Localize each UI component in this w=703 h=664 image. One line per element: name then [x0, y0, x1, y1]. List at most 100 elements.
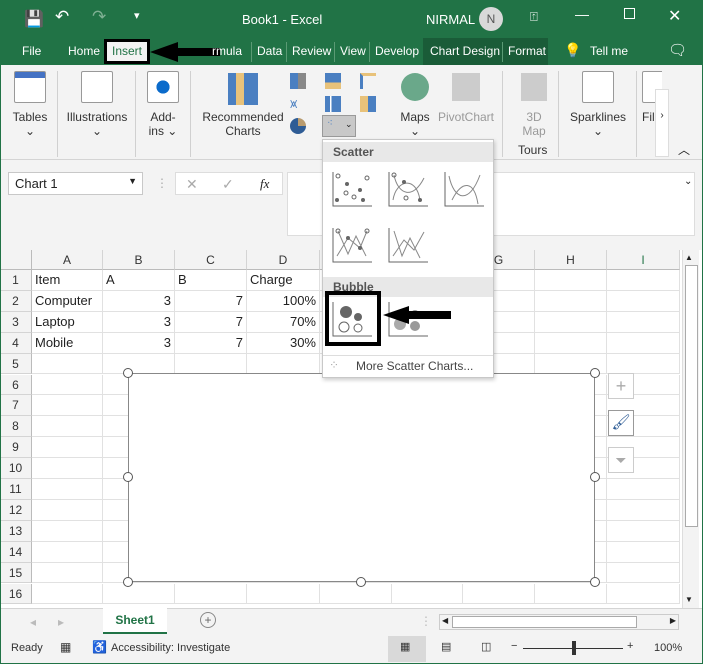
tab-review[interactable]: Review	[292, 44, 331, 58]
cell[interactable]	[607, 332, 680, 354]
macro-record-icon[interactable]: ▦	[60, 640, 71, 654]
zoom-level[interactable]: 100%	[654, 642, 682, 654]
tab-insert[interactable]: Insert	[112, 44, 142, 58]
close-icon[interactable]: ✕	[668, 6, 681, 26]
row-header[interactable]: 1	[0, 270, 32, 291]
statistic-chart-icon[interactable]	[325, 96, 341, 112]
cell[interactable]: 100%	[247, 290, 320, 312]
chart-resize-handle[interactable]	[123, 472, 133, 482]
add-sheet-icon[interactable]: +	[200, 612, 216, 628]
minimize-icon[interactable]: —	[575, 6, 589, 22]
prev-sheet-icon[interactable]: ◂	[30, 615, 36, 629]
chart-resize-handle[interactable]	[123, 577, 133, 587]
cell[interactable]: 7	[175, 332, 247, 354]
scatter-smooth-lines-option[interactable]	[444, 170, 484, 208]
tab-chart-design[interactable]: Chart Design	[430, 44, 500, 58]
zoom-slider-thumb[interactable]	[572, 641, 576, 655]
cell[interactable]	[32, 395, 103, 417]
addins-button[interactable]: Add-ins ⌄	[143, 71, 183, 138]
chart-resize-handle[interactable]	[590, 368, 600, 378]
comments-icon[interactable]: 🗨	[668, 41, 687, 59]
cancel-icon[interactable]: ✕	[186, 176, 198, 193]
tab-formulas[interactable]: rmula	[212, 44, 242, 58]
bubble-chart-option[interactable]	[332, 300, 372, 338]
cell[interactable]: 3	[103, 290, 175, 312]
horizontal-scroll-thumb[interactable]	[452, 616, 637, 628]
row-header[interactable]: 9	[0, 437, 32, 459]
redo-icon[interactable]: ↷	[92, 7, 106, 27]
cell[interactable]	[535, 332, 607, 354]
recommended-charts-button[interactable]: Recommended Charts	[198, 73, 288, 138]
illustrations-button[interactable]: Illustrations ⌄	[64, 71, 130, 138]
tables-button[interactable]: Tables ⌄	[10, 71, 50, 138]
enter-icon[interactable]: ✓	[222, 176, 234, 193]
zoom-out-icon[interactable]: −	[511, 640, 517, 652]
cell[interactable]	[247, 353, 320, 375]
page-break-icon[interactable]: ◫	[481, 640, 491, 653]
cell[interactable]: Item	[32, 270, 103, 291]
waterfall-chart-icon[interactable]	[360, 73, 376, 89]
cell[interactable]	[32, 583, 103, 605]
chart-area[interactable]	[128, 373, 595, 582]
scatter-straight-lines-option[interactable]	[388, 226, 428, 264]
collapse-ribbon-icon[interactable]: ︿	[678, 141, 690, 158]
scatter-smooth-markers-option[interactable]	[388, 170, 428, 208]
cell[interactable]	[103, 583, 175, 605]
tab-format[interactable]: Format	[508, 44, 546, 58]
ribbon-display-icon[interactable]: ⍐	[530, 9, 538, 25]
page-layout-icon[interactable]: ▤	[441, 640, 451, 653]
more-scatter-charts-link[interactable]: More Scatter Charts...	[356, 359, 473, 373]
line-chart-icon[interactable]: ⩙	[290, 96, 306, 112]
row-header[interactable]: 7	[0, 395, 32, 417]
cell[interactable]	[392, 583, 463, 605]
cell[interactable]	[607, 353, 680, 375]
avatar[interactable]: N	[479, 7, 503, 31]
cell[interactable]	[175, 353, 247, 375]
chart-resize-handle[interactable]	[123, 368, 133, 378]
insert-function-icon[interactable]: fx	[260, 176, 269, 192]
zoom-in-icon[interactable]: +	[627, 640, 633, 652]
cell[interactable]	[607, 290, 680, 312]
cell[interactable]: 70%	[247, 311, 320, 333]
row-header[interactable]: 14	[0, 541, 32, 563]
cell[interactable]	[103, 353, 175, 375]
scroll-down-icon[interactable]: ▼	[685, 595, 693, 604]
tab-data[interactable]: Data	[257, 44, 282, 58]
cell[interactable]	[535, 311, 607, 333]
pie-chart-icon[interactable]	[290, 118, 306, 134]
tab-view[interactable]: View	[340, 44, 366, 58]
cell[interactable]	[32, 499, 103, 521]
cell[interactable]: Laptop	[32, 311, 103, 333]
maximize-icon[interactable]	[624, 8, 635, 19]
scroll-right-icon[interactable]: ▶	[670, 616, 676, 625]
cell[interactable]	[607, 520, 680, 542]
3d-map-button[interactable]: 3D Map	[512, 73, 556, 138]
cell[interactable]: 30%	[247, 332, 320, 354]
scroll-left-icon[interactable]: ◀	[442, 616, 448, 625]
chart-resize-handle[interactable]	[590, 472, 600, 482]
column-header-D[interactable]: D	[247, 250, 320, 270]
row-header[interactable]: 10	[0, 458, 32, 479]
cell[interactable]	[535, 290, 607, 312]
select-all-button[interactable]	[0, 250, 32, 270]
undo-icon[interactable]: ↶	[55, 7, 69, 27]
column-header-H[interactable]: H	[535, 250, 607, 270]
cell[interactable]: Computer	[32, 290, 103, 312]
tab-developer[interactable]: Develop	[375, 44, 419, 58]
cell[interactable]	[607, 541, 680, 563]
horizontal-scrollbar[interactable]: ◀ ▶	[439, 614, 679, 630]
chart-filters-button[interactable]: ⏷	[608, 447, 634, 473]
scatter-straight-markers-option[interactable]	[332, 226, 372, 264]
tab-file[interactable]: File	[22, 44, 41, 58]
cell[interactable]	[463, 583, 535, 605]
row-header[interactable]: 8	[0, 416, 32, 438]
vertical-scroll-thumb[interactable]	[685, 265, 698, 527]
scatter-chart-button[interactable]: ⁖ ⌄	[322, 115, 356, 137]
cell[interactable]: Mobile	[32, 332, 103, 354]
cell[interactable]	[32, 458, 103, 479]
chart-resize-handle[interactable]	[356, 577, 366, 587]
expand-formula-icon[interactable]: ⌄	[684, 176, 692, 187]
maps-button[interactable]: Maps ⌄	[397, 73, 433, 138]
normal-view-icon[interactable]: ▦	[400, 640, 410, 653]
cell[interactable]	[32, 479, 103, 500]
